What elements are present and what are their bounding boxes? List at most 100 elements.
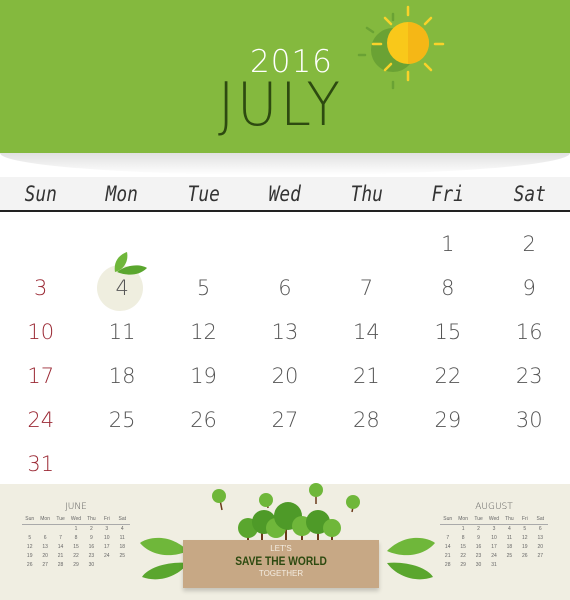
week-row: 10 11 12 13 14 15 16 (0, 310, 570, 354)
week-row: 17 18 19 20 21 22 23 (0, 354, 570, 398)
weekday-fri: Fri (431, 182, 464, 206)
mini-day: 21 (444, 553, 451, 559)
save-the-world-banner: LET'S SAVE THE WORLD TOGETHER (183, 540, 379, 588)
day-cell[interactable]: 25 (81, 398, 162, 442)
mini-day: 28 (57, 562, 64, 568)
day-cell[interactable]: 17 (0, 354, 81, 398)
mini-day: 26 (522, 553, 528, 559)
mini-day: 6 (43, 535, 47, 541)
banner-line-1: LET'S (270, 544, 292, 553)
mini-weekday: Fri (103, 516, 110, 522)
mini-day: 5 (523, 526, 527, 532)
day-cell[interactable]: 22 (407, 354, 488, 398)
mini-day: 29 (460, 562, 466, 568)
day-cell[interactable]: 30 (489, 398, 570, 442)
day-number: 15 (434, 320, 462, 344)
mini-day: 12 (522, 535, 528, 541)
weekday-header: Sun Mon Tue Wed Thu Fri Sat (0, 177, 570, 212)
mini-week-row: 12 13 14 15 16 17 18 (22, 543, 130, 552)
day-cell[interactable]: 6 (244, 266, 325, 310)
mini-day: 21 (57, 553, 64, 559)
mini-day: 20 (537, 544, 544, 550)
day-number: 4 (115, 276, 129, 300)
mini-day: 22 (73, 553, 79, 559)
day-cell[interactable]: 21 (326, 354, 407, 398)
day-number: 7 (359, 276, 374, 300)
mini-month-name: JUNE (65, 502, 87, 512)
day-cell[interactable]: 9 (489, 266, 570, 310)
mini-day: 18 (119, 544, 126, 550)
day-cell[interactable]: 18 (81, 354, 162, 398)
mini-day: 15 (460, 544, 466, 550)
mini-weekday: Sun (443, 516, 453, 522)
day-cell[interactable]: 3 (0, 266, 81, 310)
mini-week-row: 5 6 7 8 9 10 11 (22, 534, 130, 543)
mini-day: 29 (73, 562, 79, 568)
day-cell[interactable]: 19 (163, 354, 244, 398)
mini-day: 3 (492, 526, 496, 532)
mini-day: 2 (90, 526, 93, 532)
day-number: 24 (27, 408, 55, 432)
day-cell[interactable]: 16 (489, 310, 570, 354)
mini-day: 4 (508, 526, 511, 532)
mini-day: 17 (491, 544, 497, 550)
banner-line-2: SAVE THE WORLD (235, 554, 327, 568)
day-cell[interactable]: 13 (244, 310, 325, 354)
mini-day: 9 (477, 535, 480, 541)
mini-calendar-august: AUGUST Sun Mon Tue Wed Thu Fri Sat 1 2 3 4 5 6 7 8 9 10 1… (440, 502, 548, 570)
mini-day (53, 525, 68, 534)
day-cell[interactable]: 4 (81, 252, 162, 311)
day-number: 26 (190, 408, 217, 432)
mini-day (517, 561, 532, 570)
day-number: 14 (353, 320, 380, 344)
day-cell[interactable]: 5 (163, 266, 244, 310)
week-row: 12 (0, 222, 570, 266)
mini-day: 17 (104, 544, 110, 550)
day-cell[interactable]: 20 (244, 354, 325, 398)
mini-weekday-header: Sun Mon Tue Wed Thu Fri Sat (440, 516, 548, 525)
mini-week-row: 21 22 23 24 25 26 27 (440, 552, 548, 561)
day-cell[interactable]: 15 (407, 310, 488, 354)
mini-day: 11 (119, 535, 125, 541)
weekday-mon: Mon (106, 182, 139, 206)
mini-day: 27 (42, 562, 48, 568)
day-cell[interactable]: 27 (244, 398, 325, 442)
mini-day: 13 (42, 544, 48, 550)
day-cell[interactable]: 24 (0, 398, 81, 442)
weekday-thu: Thu (350, 182, 383, 206)
empty-cell (326, 222, 407, 266)
day-cell[interactable]: 31 (0, 442, 81, 486)
day-cell[interactable]: 7 (326, 266, 407, 310)
day-cell[interactable]: 23 (489, 354, 570, 398)
day-number: 28 (353, 408, 380, 432)
day-cell[interactable]: 10 (0, 310, 81, 354)
mini-day: 3 (105, 526, 109, 532)
day-cell[interactable]: 2 (489, 222, 570, 266)
day-cell[interactable]: 12 (163, 310, 244, 354)
day-number: 12 (190, 320, 217, 344)
mini-day: 31 (491, 562, 497, 568)
day-cell[interactable]: 29 (407, 398, 488, 442)
day-number: 1 (441, 232, 455, 256)
day-number: 11 (108, 320, 136, 344)
mini-day: 16 (475, 544, 482, 550)
mini-week-row: 7 8 9 10 11 12 13 (440, 534, 548, 543)
day-number: 5 (196, 276, 211, 300)
mini-day: 25 (506, 553, 513, 559)
mini-day (440, 525, 455, 534)
day-cell[interactable]: 8 (407, 266, 488, 310)
empty-cell (81, 442, 162, 486)
day-cell[interactable]: 28 (326, 398, 407, 442)
sun-icon (357, 5, 445, 90)
day-number: 31 (27, 452, 55, 476)
mini-day: 13 (537, 535, 544, 541)
day-cell[interactable]: 14 (326, 310, 407, 354)
day-number: 8 (441, 276, 455, 300)
mini-week-row: 14 15 16 17 18 19 20 (440, 543, 548, 552)
day-cell[interactable]: 1 (407, 222, 488, 266)
day-number: 17 (27, 364, 55, 388)
day-cell[interactable]: 26 (163, 398, 244, 442)
weekday-sun: Sun (24, 182, 57, 206)
mini-day (37, 525, 52, 534)
day-cell[interactable]: 11 (81, 310, 162, 354)
